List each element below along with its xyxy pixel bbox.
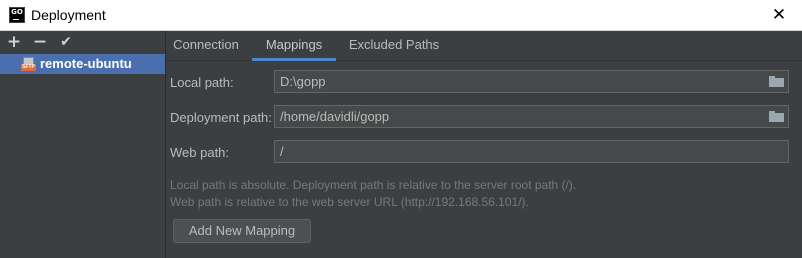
server-settings-panel: Connection Mappings Excluded Paths Local… bbox=[166, 31, 802, 258]
app-icon-text: GO bbox=[11, 8, 23, 16]
sftp-icon: SFTP bbox=[21, 57, 36, 71]
local-path-value: D:\gopp bbox=[280, 74, 326, 89]
hint-text-line-1: Local path is absolute. Deployment path … bbox=[170, 178, 577, 192]
window-title: Deployment bbox=[31, 7, 106, 23]
hint-text-line-2: Web path is relative to the web server U… bbox=[170, 195, 529, 209]
local-path-label: Local path: bbox=[170, 75, 234, 90]
local-path-field[interactable]: D:\gopp bbox=[274, 70, 789, 93]
browse-folder-icon[interactable] bbox=[769, 76, 784, 87]
set-default-button[interactable]: ✔ bbox=[57, 33, 75, 51]
tab-excluded-paths[interactable]: Excluded Paths bbox=[342, 31, 446, 61]
deployment-path-field[interactable]: /home/davidli/gopp bbox=[274, 105, 789, 128]
web-path-label: Web path: bbox=[170, 145, 230, 160]
deployment-path-value: /home/davidli/gopp bbox=[280, 109, 390, 124]
tab-connection[interactable]: Connection bbox=[166, 31, 246, 61]
add-new-mapping-button[interactable]: Add New Mapping bbox=[173, 219, 311, 243]
title-bar: GO Deployment ✕ bbox=[0, 0, 802, 31]
sftp-icon-label: SFTP bbox=[21, 64, 36, 71]
goland-app-icon: GO bbox=[9, 7, 25, 23]
deployment-path-label: Deployment path: bbox=[170, 110, 272, 125]
web-path-value: / bbox=[280, 144, 284, 159]
settings-tabs: Connection Mappings Excluded Paths bbox=[166, 31, 802, 61]
add-server-button[interactable]: + bbox=[5, 33, 23, 51]
server-label: remote-ubuntu bbox=[40, 56, 132, 71]
server-list-panel: + − ✔ SFTP remote-ubuntu bbox=[0, 31, 166, 258]
remove-server-button[interactable]: − bbox=[31, 33, 49, 51]
close-button[interactable]: ✕ bbox=[756, 0, 802, 30]
server-list-toolbar: + − ✔ bbox=[0, 31, 166, 53]
tab-mappings[interactable]: Mappings bbox=[252, 31, 336, 61]
server-item-remote-ubuntu[interactable]: SFTP remote-ubuntu bbox=[0, 54, 165, 74]
browse-folder-icon[interactable] bbox=[769, 111, 784, 122]
web-path-field[interactable]: / bbox=[274, 140, 789, 163]
